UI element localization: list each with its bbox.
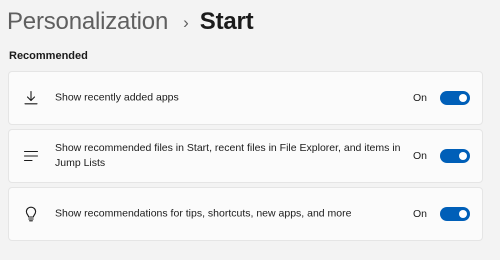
toggle-knob — [459, 210, 467, 218]
breadcrumb: Personalization › Start — [7, 3, 254, 41]
lightbulb-icon — [22, 205, 40, 223]
recommendations-tips-toggle[interactable] — [440, 207, 470, 221]
toggle-knob — [459, 152, 467, 160]
setting-label: Show recommended files in Start, recent … — [55, 142, 401, 169]
toggle-state-text: On — [413, 208, 428, 220]
toggle-knob — [459, 94, 467, 102]
toggle-state-text: On — [413, 92, 428, 104]
setting-card-recommended-files[interactable]: Show recommended files in Start, recent … — [8, 129, 483, 183]
breadcrumb-separator-icon: › — [183, 13, 189, 32]
section-heading-recommended: Recommended — [9, 50, 88, 62]
download-icon — [22, 89, 40, 107]
setting-card-recently-added-apps[interactable]: Show recently added apps On — [8, 71, 483, 125]
page-title: Start — [199, 8, 254, 35]
list-icon — [22, 147, 40, 165]
toggle-state-text: On — [413, 150, 428, 162]
setting-label: Show recently added apps — [55, 91, 179, 104]
recently-added-apps-toggle[interactable] — [440, 91, 470, 105]
setting-label: Show recommendations for tips, shortcuts… — [55, 207, 352, 220]
setting-card-recommendations-tips[interactable]: Show recommendations for tips, shortcuts… — [8, 187, 483, 241]
breadcrumb-personalization-link[interactable]: Personalization — [7, 8, 168, 36]
recommended-files-toggle[interactable] — [440, 149, 470, 163]
